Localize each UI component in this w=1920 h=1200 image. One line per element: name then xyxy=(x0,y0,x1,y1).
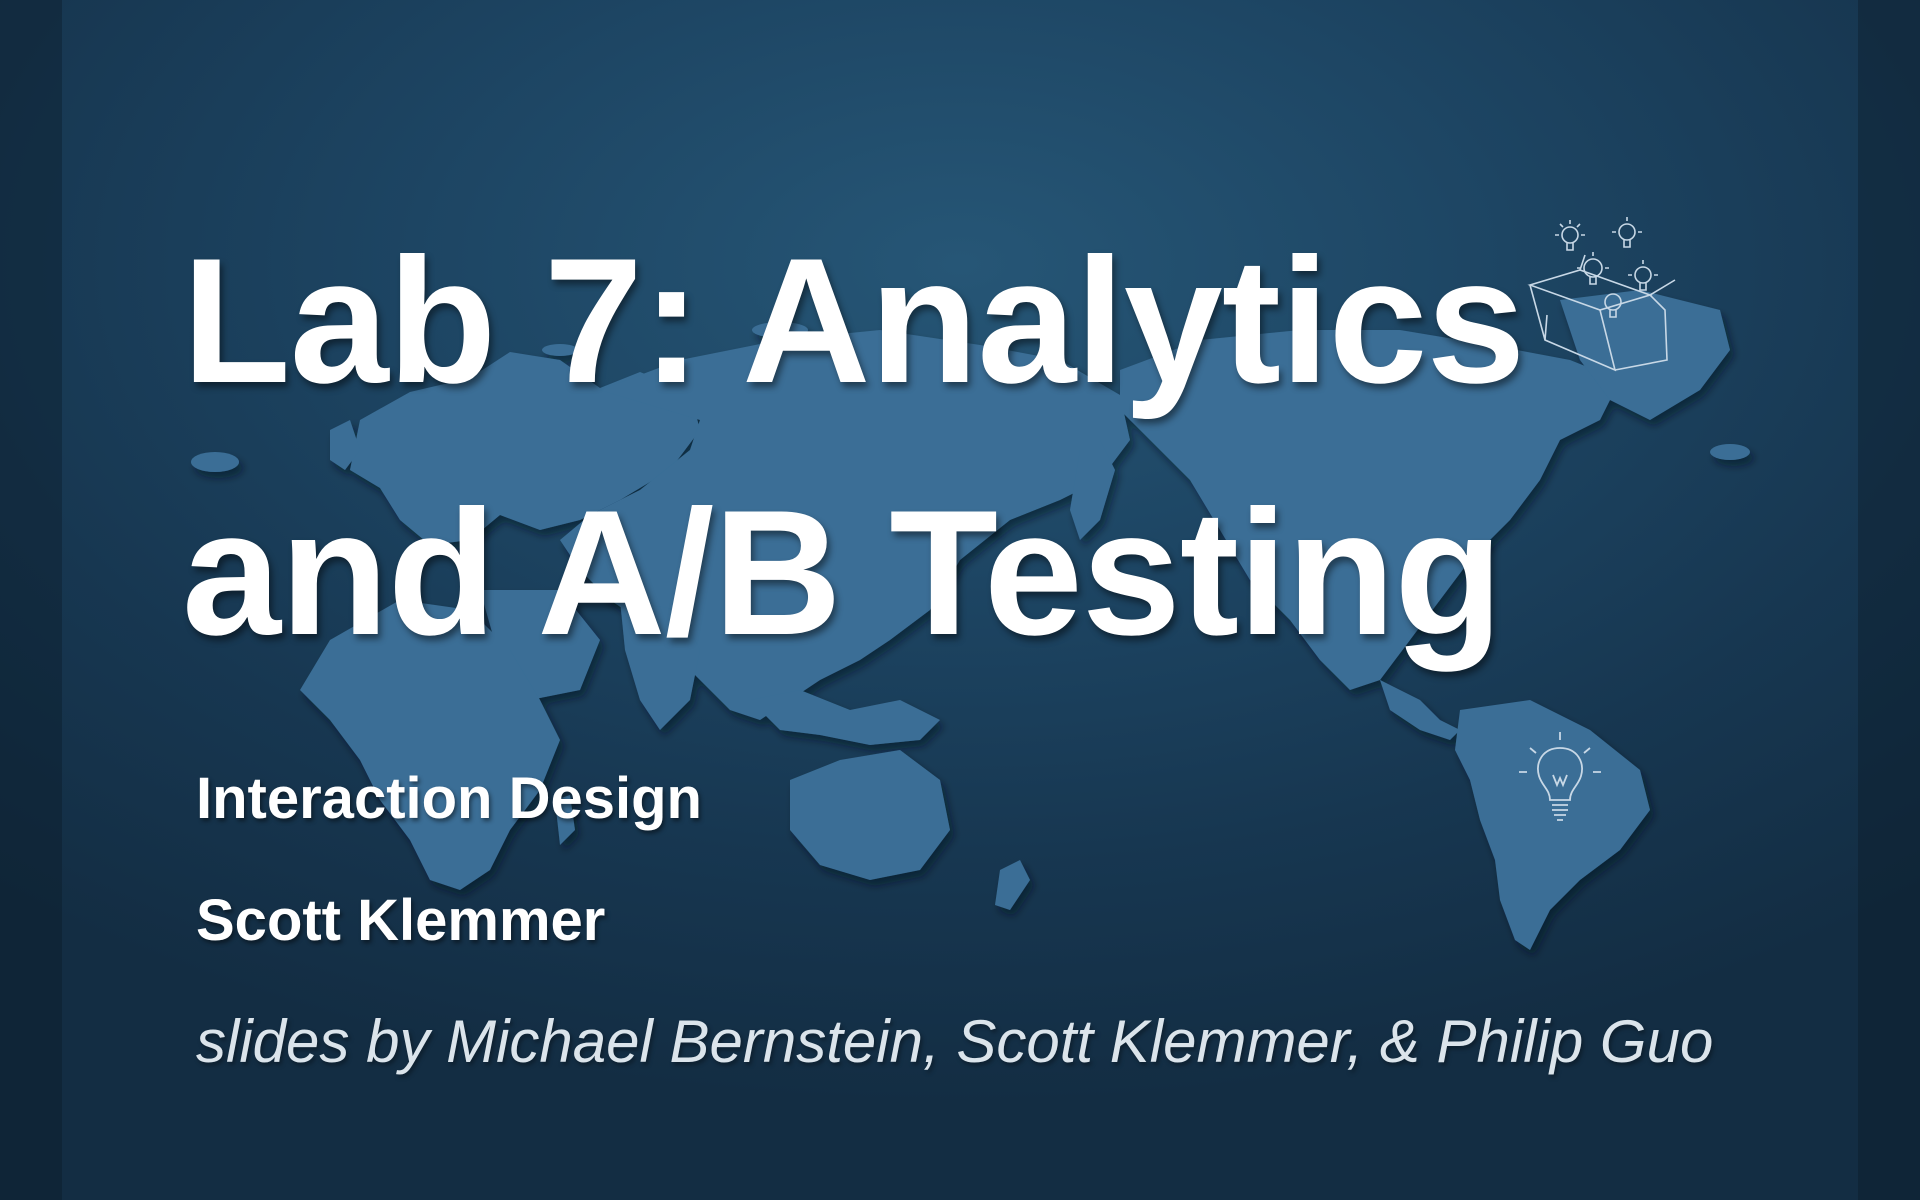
title-slide: Lab 7: Analytics and A/B Testing Interac… xyxy=(0,0,1920,1200)
author-name: Scott Klemmer xyxy=(196,888,606,953)
central-america-landmass xyxy=(1380,680,1460,740)
southeast-asia-islands xyxy=(750,690,940,745)
slide-credits: slides by Michael Bernstein, Scott Klemm… xyxy=(196,1008,1714,1075)
lightbulbs-out-of-box-icon xyxy=(1527,217,1676,372)
course-name: Interaction Design xyxy=(196,766,702,831)
slide-title-line-2: and A/B Testing xyxy=(182,473,1503,672)
lightbulb-icon xyxy=(1519,732,1601,821)
slide-title-line-1: Lab 7: Analytics xyxy=(182,221,1525,420)
australia-landmass xyxy=(790,750,950,880)
new-zealand-landmass xyxy=(995,860,1030,910)
